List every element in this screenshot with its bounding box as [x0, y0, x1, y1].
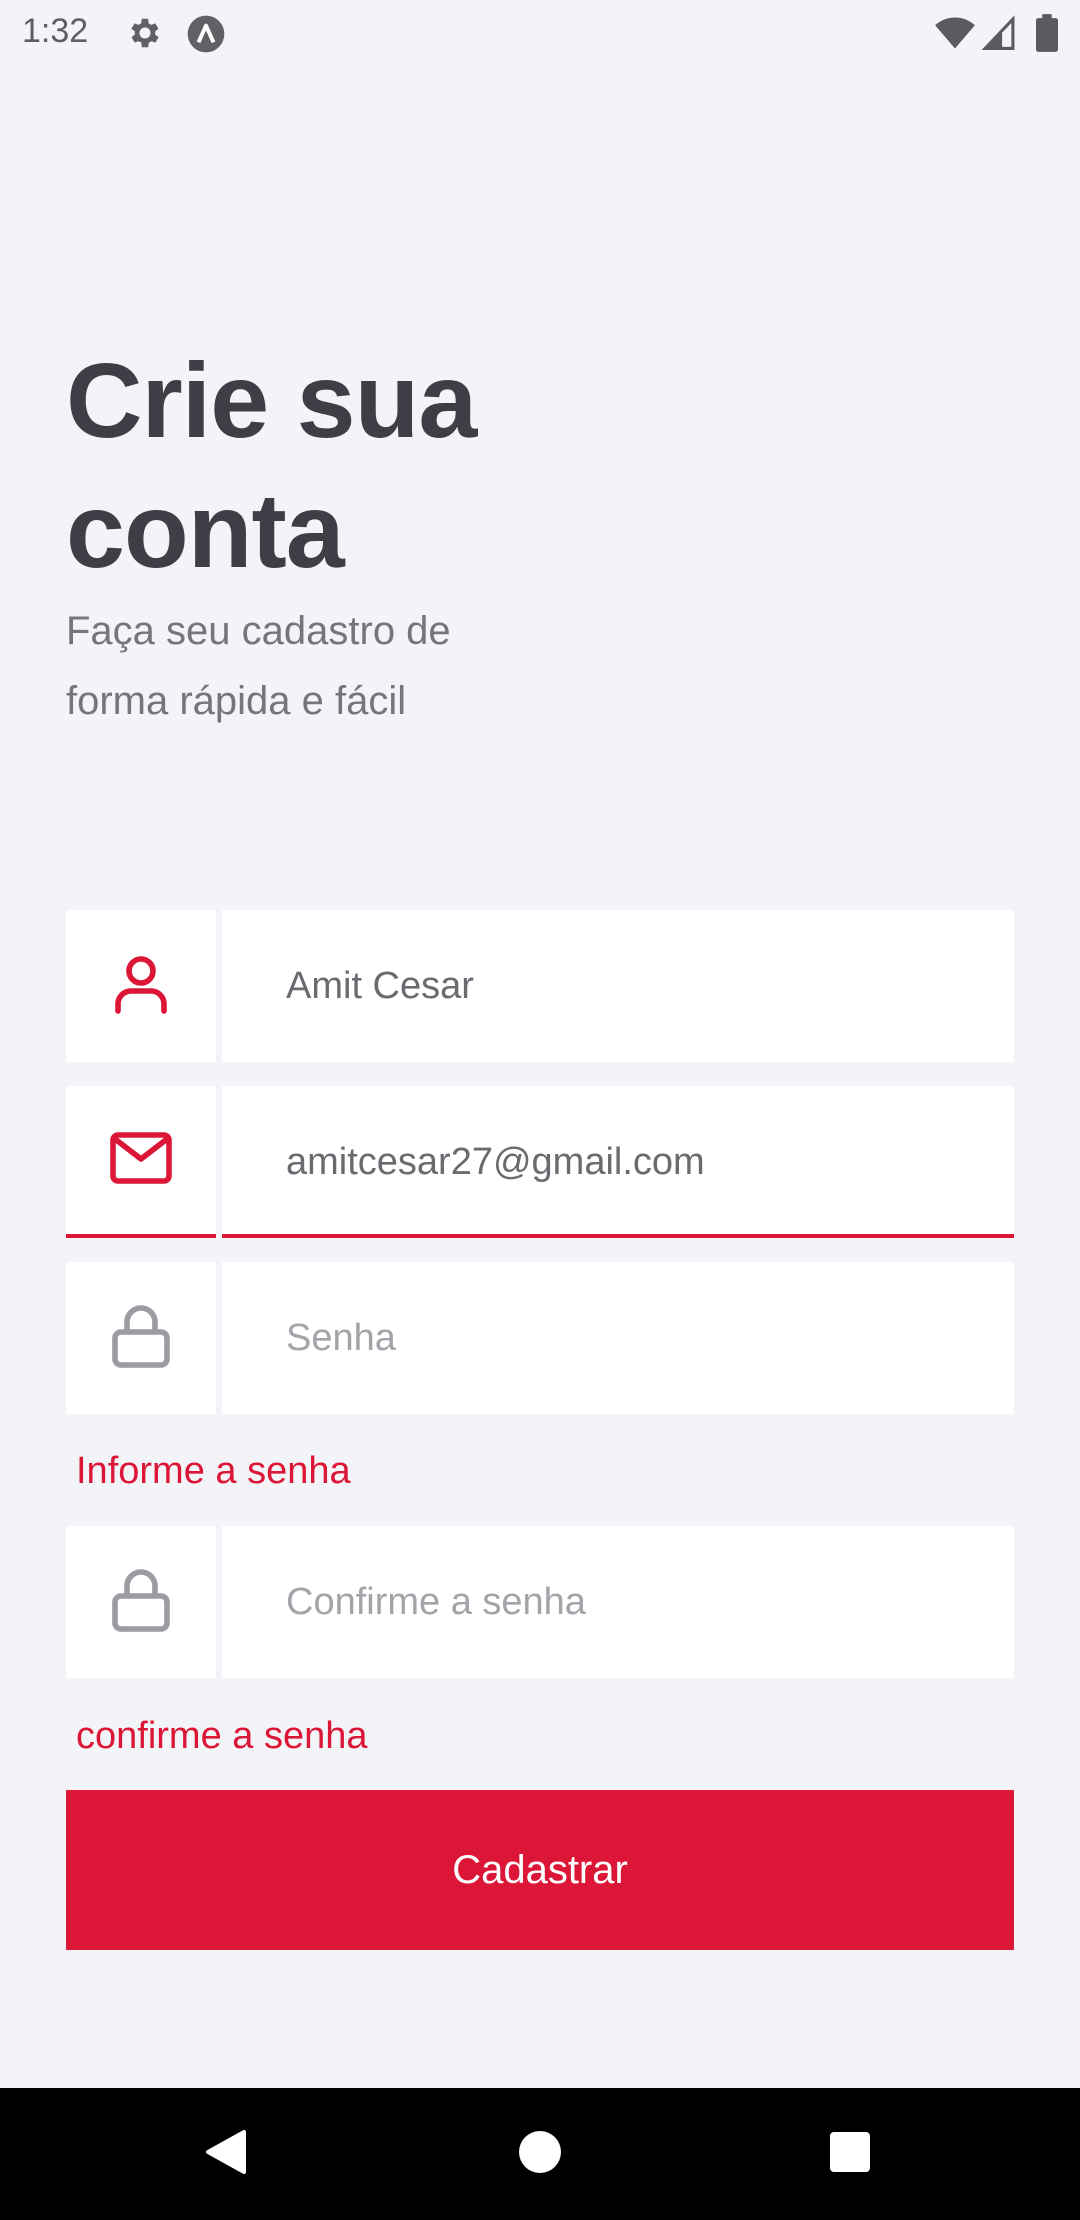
confirm-password-input[interactable] — [222, 1526, 1014, 1678]
name-input[interactable] — [222, 910, 1014, 1062]
email-field — [66, 1086, 1014, 1238]
name-field — [66, 910, 1014, 1062]
password-input[interactable] — [222, 1262, 1014, 1414]
password-field-icon-box — [66, 1262, 216, 1414]
signal-icon — [981, 14, 1016, 57]
recents-icon — [830, 2131, 870, 2177]
recents-button[interactable] — [790, 2088, 910, 2220]
mail-icon — [110, 1131, 172, 1189]
back-button[interactable] — [166, 2088, 286, 2220]
register-button[interactable]: Cadastrar — [66, 1790, 1014, 1950]
confirm-password-error-text: confirme a senha — [76, 1715, 368, 1757]
email-input-box — [222, 1086, 1014, 1238]
wifi-icon — [934, 14, 976, 57]
navigation-bar — [0, 2088, 1080, 2220]
gear-icon — [126, 14, 164, 57]
a-circle-icon — [186, 14, 226, 59]
password-input-box — [222, 1262, 1014, 1414]
home-icon — [519, 2130, 561, 2178]
email-input[interactable] — [222, 1086, 1014, 1238]
status-bar: 1:32 — [0, 0, 1080, 66]
lock-icon — [112, 1568, 170, 1637]
user-icon — [113, 954, 169, 1019]
name-field-icon-box — [66, 910, 216, 1062]
lock-icon — [112, 1304, 170, 1373]
name-input-box — [222, 910, 1014, 1062]
confirm-password-field — [66, 1526, 1014, 1678]
status-time: 1:32 — [22, 12, 89, 50]
confirm-password-input-box — [222, 1526, 1014, 1678]
home-button[interactable] — [480, 2088, 600, 2220]
confirm-password-field-icon-box — [66, 1526, 216, 1678]
password-field — [66, 1262, 1014, 1414]
page-title: Crie sua conta — [66, 342, 477, 590]
page-subtitle: Faça seu cadastro de forma rápida e fáci… — [66, 609, 451, 723]
password-error-text: Informe a senha — [76, 1450, 351, 1492]
back-icon — [204, 2128, 248, 2181]
email-field-icon-box — [66, 1086, 216, 1238]
battery-icon — [1036, 14, 1058, 57]
